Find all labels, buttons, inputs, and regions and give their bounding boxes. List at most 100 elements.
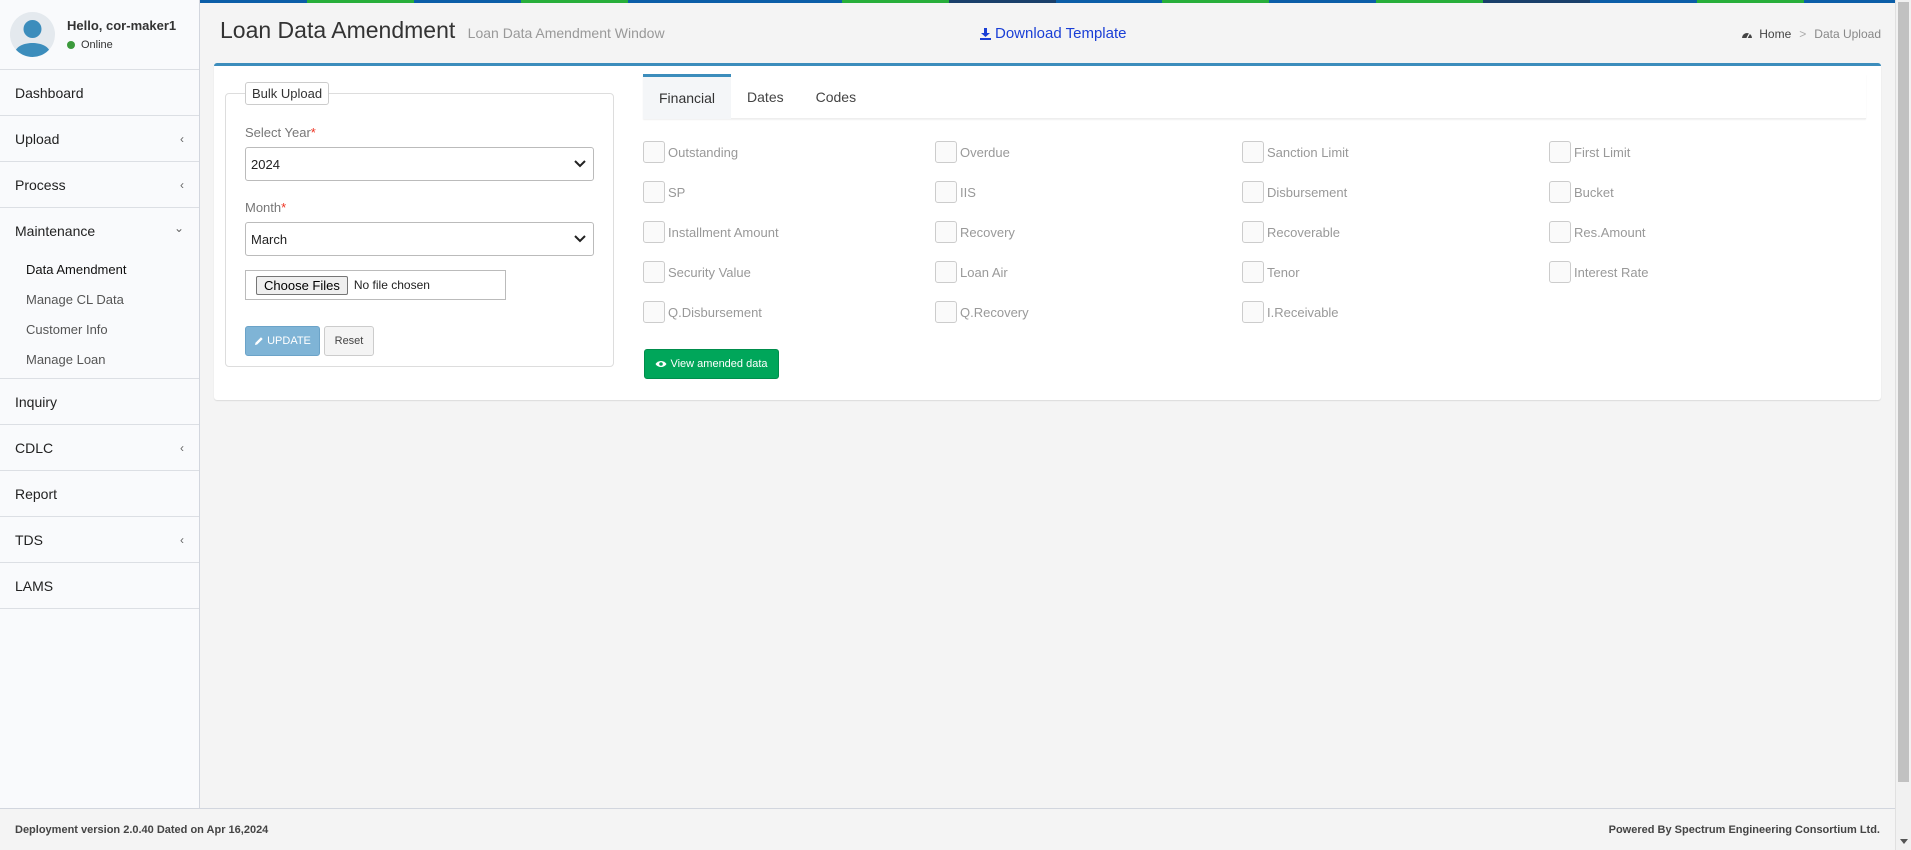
sidebar-item-label: Report <box>15 485 58 502</box>
reset-button[interactable]: Reset <box>324 326 374 356</box>
checkbox-q-disbursement[interactable]: Q.Disbursement <box>643 301 935 323</box>
checkbox-label: Disbursement <box>1267 184 1348 200</box>
checkbox-box[interactable] <box>1549 221 1571 243</box>
checkbox-box[interactable] <box>935 221 957 243</box>
tab-dates[interactable]: Dates <box>731 74 800 119</box>
sidebar-item-label: Upload <box>15 130 60 147</box>
checkbox-interest-rate[interactable]: Interest Rate <box>1549 261 1849 283</box>
checkbox-box[interactable] <box>643 141 665 163</box>
checkbox-outstanding[interactable]: Outstanding <box>643 141 935 163</box>
dashboard-icon <box>1742 33 1753 39</box>
submenu-item-manage-cl-data[interactable]: Manage CL Data <box>0 284 199 314</box>
view-amended-data-button[interactable]: View amended data <box>644 349 779 379</box>
checkbox-security-value[interactable]: Security Value <box>643 261 935 283</box>
checkbox-bucket[interactable]: Bucket <box>1549 181 1849 203</box>
page-scrollbar[interactable] <box>1895 0 1911 850</box>
checkbox-box[interactable] <box>1549 261 1571 283</box>
form-actions: UPDATE Reset <box>245 326 594 356</box>
download-template-link[interactable]: Download Template <box>979 25 1126 42</box>
checkbox-label: Loan Air <box>960 264 1008 280</box>
chevron-left-icon: ‹ <box>180 177 184 192</box>
financial-field-checkboxes: Outstanding Overdue Sanction Limit First… <box>643 132 1866 332</box>
checkbox-box[interactable] <box>643 221 665 243</box>
sidebar-item-label: Process <box>15 176 66 193</box>
checkbox-sanction-limit[interactable]: Sanction Limit <box>1242 141 1549 163</box>
sidebar-item-maintenance[interactable]: Maintenance ⌄ <box>0 208 199 254</box>
checkbox-i-receivable[interactable]: I.Receivable <box>1242 301 1549 323</box>
page-title-text: Loan Data Amendment <box>220 17 456 43</box>
breadcrumb-home[interactable]: Home <box>1759 27 1791 41</box>
checkbox-sp[interactable]: SP <box>643 181 935 203</box>
checkbox-label: Installment Amount <box>668 224 779 240</box>
checkbox-box[interactable] <box>1242 301 1264 323</box>
file-input[interactable]: Choose Files No file chosen <box>245 270 506 300</box>
checkbox-recovery[interactable]: Recovery <box>935 221 1242 243</box>
scrollbar-thumb[interactable] <box>1898 2 1909 782</box>
checkbox-iis[interactable]: IIS <box>935 181 1242 203</box>
sidebar-item-upload[interactable]: Upload ‹ <box>0 116 199 162</box>
checkbox-box[interactable] <box>1242 221 1264 243</box>
checkbox-label: Sanction Limit <box>1267 144 1349 160</box>
checkbox-box[interactable] <box>935 301 957 323</box>
month-select[interactable]: March <box>245 222 594 256</box>
sidebar-item-label: Dashboard <box>15 84 84 101</box>
year-select[interactable]: 2024 <box>245 147 594 181</box>
submenu-item-manage-loan[interactable]: Manage Loan <box>0 344 199 374</box>
submenu-item-data-amendment[interactable]: Data Amendment <box>0 254 199 284</box>
required-mark: * <box>310 125 316 140</box>
sidebar-item-dashboard[interactable]: Dashboard <box>0 70 199 116</box>
bulk-upload-fieldset: Bulk Upload Select Year* 2024 Month* Mar… <box>225 82 614 367</box>
checkbox-overdue[interactable]: Overdue <box>935 141 1242 163</box>
checkbox-recoverable[interactable]: Recoverable <box>1242 221 1549 243</box>
checkbox-label: Recoverable <box>1267 224 1340 240</box>
chevron-left-icon: ‹ <box>180 440 184 455</box>
choose-files-button[interactable]: Choose Files <box>256 275 348 295</box>
breadcrumb-separator: > <box>1799 27 1807 41</box>
checkbox-box[interactable] <box>935 141 957 163</box>
sidebar-item-tds[interactable]: TDS ‹ <box>0 517 199 563</box>
sidebar-item-cdlc[interactable]: CDLC ‹ <box>0 425 199 471</box>
checkbox-box[interactable] <box>1549 181 1571 203</box>
checkbox-box[interactable] <box>643 181 665 203</box>
update-button[interactable]: UPDATE <box>245 326 320 356</box>
checkbox-first-limit[interactable]: First Limit <box>1549 141 1849 163</box>
user-greeting: Hello, cor-maker1 <box>67 18 177 33</box>
checkbox-loan-air[interactable]: Loan Air <box>935 261 1242 283</box>
sidebar-item-process[interactable]: Process ‹ <box>0 162 199 208</box>
checkbox-label: Outstanding <box>668 144 739 160</box>
tab-financial[interactable]: Financial <box>643 74 732 119</box>
month-select-value: March <box>251 231 288 247</box>
checkbox-box[interactable] <box>935 181 957 203</box>
checkbox-disbursement[interactable]: Disbursement <box>1242 181 1549 203</box>
checkbox-row: Outstanding Overdue Sanction Limit First… <box>643 132 1866 172</box>
user-panel: Hello, cor-maker1 Online <box>0 0 199 70</box>
checkbox-box[interactable] <box>1549 141 1571 163</box>
checkbox-q-recovery[interactable]: Q.Recovery <box>935 301 1242 323</box>
checkbox-tenor[interactable]: Tenor <box>1242 261 1549 283</box>
checkbox-label: Tenor <box>1267 264 1300 280</box>
online-dot-icon <box>67 41 75 49</box>
update-button-label: UPDATE <box>267 335 311 347</box>
checkbox-box[interactable] <box>1242 141 1264 163</box>
eye-icon <box>655 361 667 367</box>
sidebar-item-lams[interactable]: LAMS <box>0 563 199 609</box>
page-title: Loan Data Amendment Loan Data Amendment … <box>220 17 665 44</box>
file-status: No file chosen <box>353 278 430 292</box>
sidebar-item-report[interactable]: Report <box>0 471 199 517</box>
submenu-item-customer-info[interactable]: Customer Info <box>0 314 199 344</box>
sidebar: Hello, cor-maker1 Online Dashboard Uploa… <box>0 0 200 808</box>
checkbox-box[interactable] <box>1242 261 1264 283</box>
checkbox-installment-amount[interactable]: Installment Amount <box>643 221 935 243</box>
sidebar-item-inquiry[interactable]: Inquiry <box>0 379 199 425</box>
checkbox-label: Security Value <box>668 264 751 280</box>
checkbox-box[interactable] <box>1242 181 1264 203</box>
scroll-down-arrow-icon[interactable] <box>1900 839 1908 844</box>
footer-powered-by: Powered By Spectrum Engineering Consorti… <box>1608 823 1880 836</box>
tab-codes[interactable]: Codes <box>800 74 872 119</box>
checkbox-box[interactable] <box>935 261 957 283</box>
year-select-value: 2024 <box>251 156 280 172</box>
checkbox-box[interactable] <box>643 301 665 323</box>
chevron-down-icon <box>574 235 586 243</box>
checkbox-res-amount[interactable]: Res.Amount <box>1549 221 1849 243</box>
checkbox-box[interactable] <box>643 261 665 283</box>
